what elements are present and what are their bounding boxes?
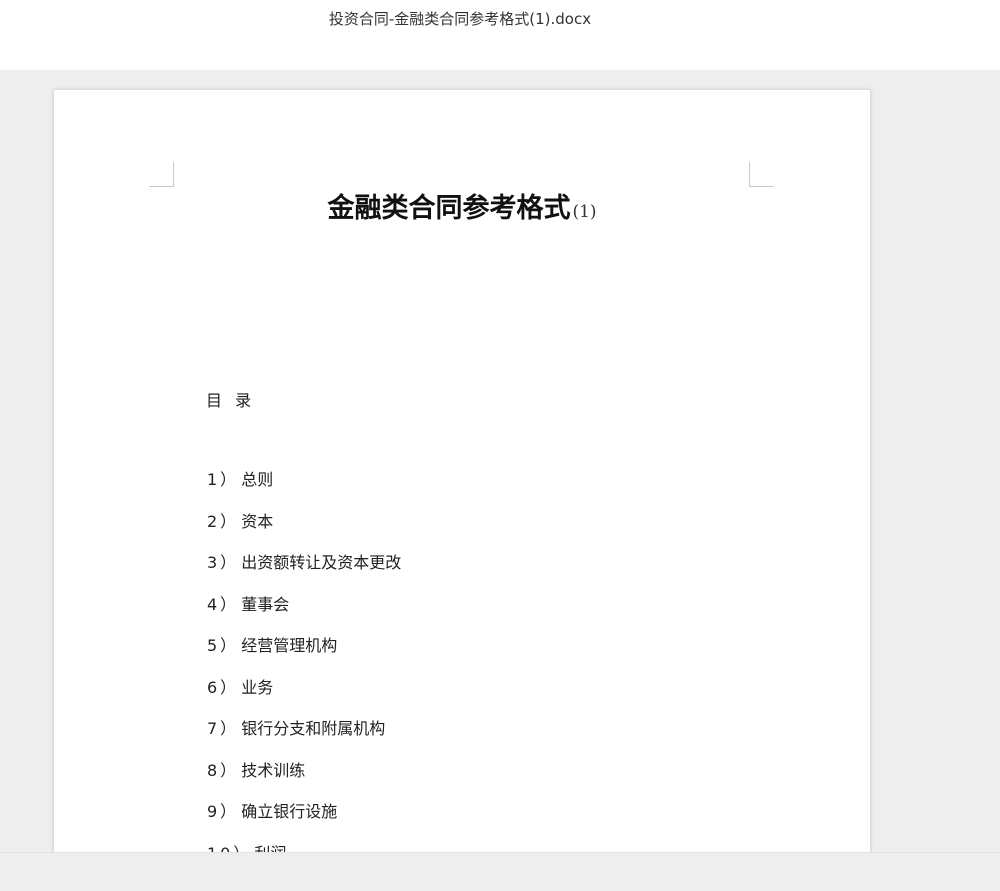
- bottom-bar: [0, 852, 1000, 891]
- toc-item-label: 银行分支和附属机构: [241, 719, 386, 738]
- toc-item-label: 确立银行设施: [241, 802, 338, 821]
- document-page: 金融类合同参考格式 (1) 目 录 1） 总则 2） 资本 3） 出资额转让及资本更改 …: [53, 89, 871, 852]
- toc-item: 4） 董事会: [207, 595, 401, 637]
- toc-item: 8） 技术训练: [207, 761, 401, 803]
- toc-item-label: 利润: [254, 844, 286, 853]
- document-title: 金融类合同参考格式 (1): [54, 186, 870, 225]
- toc-item: 3） 出资额转让及资本更改: [207, 553, 401, 595]
- toc-item-number: 5）: [207, 636, 240, 655]
- toc-item-number: 10）: [207, 844, 252, 853]
- file-name-title: 投资合同-金融类合同参考格式(1).docx: [328, 10, 592, 28]
- toc-item-label: 董事会: [241, 594, 290, 614]
- margin-corner-top-left: [149, 162, 174, 187]
- toc-item: 5） 经营管理机构: [207, 636, 401, 678]
- toc-item-label: 业务: [241, 677, 274, 697]
- margin-corner-top-right: [749, 162, 774, 187]
- toc-item-label: 资本: [241, 511, 274, 531]
- toc-item-number: 7）: [207, 719, 240, 738]
- toc-item-label: 技术训练: [241, 760, 306, 780]
- top-bar: 投资合同-金融类合同参考格式(1).docx: [0, 0, 1000, 70]
- toc-list: 1） 总则 2） 资本 3） 出资额转让及资本更改 4） 董事会 5） 经营管理机构 6）…: [207, 470, 401, 852]
- toc-item-label: 出资额转让及资本更改: [241, 553, 402, 572]
- toc-item: 9） 确立银行设施: [207, 802, 401, 844]
- document-title-suffix: (1): [572, 202, 597, 222]
- toc-item: 10）利润: [207, 844, 401, 853]
- toc-item-number: 3）: [207, 553, 240, 572]
- document-viewer[interactable]: 金融类合同参考格式 (1) 目 录 1） 总则 2） 资本 3） 出资额转让及资本更改 …: [0, 70, 1000, 852]
- toc-item-number: 8）: [207, 760, 240, 780]
- toc-item: 6） 业务: [207, 678, 401, 720]
- toc-item-number: 4）: [207, 594, 240, 614]
- toc-item-number: 1）: [207, 470, 240, 489]
- toc-item: 1） 总则: [207, 470, 401, 512]
- toc-item-number: 9）: [207, 802, 240, 821]
- toc-item-label: 经营管理机构: [241, 636, 338, 655]
- document-title-main: 金融类合同参考格式: [327, 193, 571, 224]
- toc-item-label: 总则: [241, 470, 274, 489]
- toc-item-number: 2）: [207, 511, 240, 531]
- toc-item: 2） 资本: [207, 512, 401, 554]
- toc-item: 7） 银行分支和附属机构: [207, 719, 401, 761]
- toc-item-number: 6）: [207, 677, 240, 697]
- toc-heading: 目 录: [206, 391, 256, 410]
